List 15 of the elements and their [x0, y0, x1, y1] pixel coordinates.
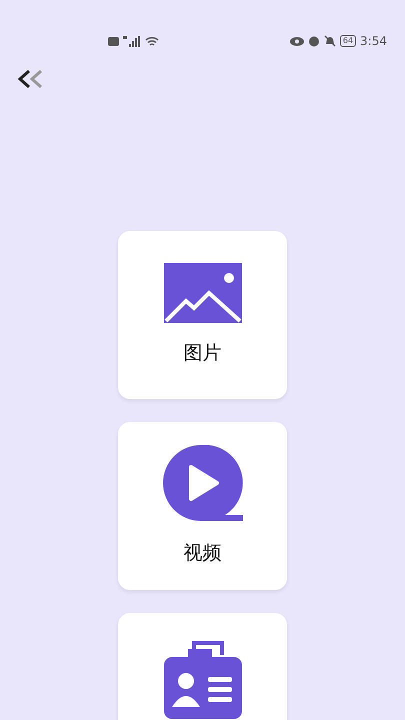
badge-icon — [164, 639, 242, 719]
signal-icon — [123, 36, 141, 46]
eye-icon — [290, 36, 304, 46]
menu-tile[interactable]: 视频 — [118, 422, 287, 590]
bell-icon — [324, 35, 336, 47]
hd-icon — [108, 36, 119, 46]
wifi-icon — [145, 36, 159, 46]
tile-label: 图片 — [184, 340, 222, 366]
battery-level: 64 — [340, 35, 356, 47]
tile-label: 视频 — [184, 540, 222, 566]
menu-tile[interactable]: 图片 — [118, 231, 287, 399]
image-icon — [164, 262, 242, 323]
clock-time: 3:54 — [360, 33, 387, 50]
play-icon — [162, 444, 242, 523]
alarm-icon — [308, 35, 320, 47]
